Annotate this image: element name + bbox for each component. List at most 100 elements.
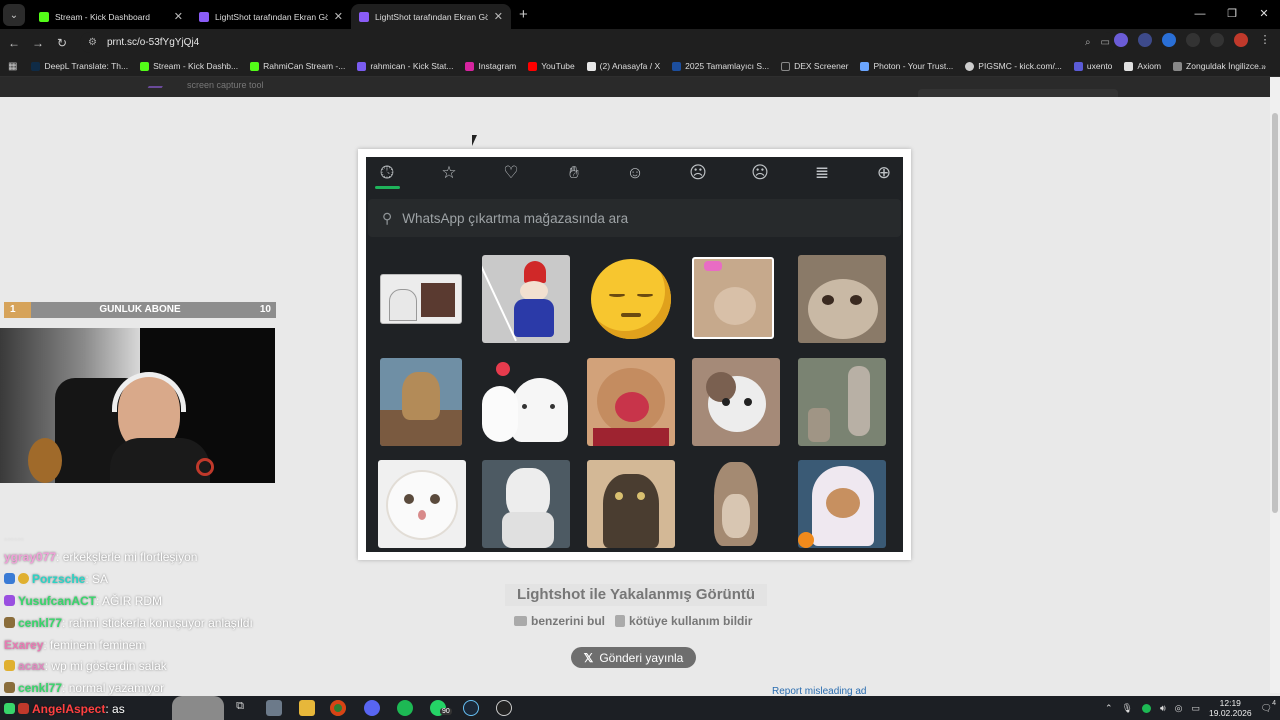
chat-text: : as bbox=[105, 702, 125, 716]
navigation-bar: ← → ↻ ⚙ prnt.sc/o-53fYgYjQj4 ⌕ ▭ ⋮ bbox=[0, 29, 1280, 56]
sticker-standing-cat bbox=[692, 460, 780, 548]
sticker-dog-on-table bbox=[380, 358, 462, 446]
subscriber-goal-bar: GUNLUK ABONE 1 10 bbox=[4, 302, 276, 318]
page-title: Lightshot ile Yakalanmış Görüntü bbox=[505, 584, 767, 606]
bookmark-label: RahmiCan Stream -... bbox=[263, 61, 346, 71]
bookmark-uxento[interactable]: uxento bbox=[1073, 61, 1112, 71]
forward-icon[interactable]: → bbox=[26, 36, 50, 50]
page-scrollbar[interactable] bbox=[1270, 77, 1280, 693]
chat-username: AngelAspect bbox=[32, 702, 106, 716]
app-icon[interactable] bbox=[496, 700, 512, 716]
post-to-x-button[interactable]: 𝕏 Gönderi yayınla bbox=[571, 647, 696, 668]
webcam-feed bbox=[0, 328, 275, 483]
whatsapp-badge: 90 bbox=[440, 708, 452, 715]
task-view-icon[interactable]: ⧉ bbox=[232, 700, 248, 716]
app-icon[interactable] bbox=[266, 700, 282, 716]
close-window-icon[interactable]: ✕ bbox=[1248, 0, 1280, 28]
bookmark-kick-stats[interactable]: rahmican - Kick Stat... bbox=[357, 61, 453, 71]
instagram-icon bbox=[465, 61, 475, 71]
wave-icon: ✋︎ bbox=[569, 163, 579, 182]
steam-icon[interactable] bbox=[463, 700, 479, 716]
notification-count: 4 bbox=[1272, 699, 1276, 707]
extension-icon[interactable] bbox=[1210, 33, 1224, 47]
browser-tab-lightshot-1[interactable]: LightShot tarafından Ekran Gör... ✕ bbox=[191, 4, 351, 29]
extension-icon[interactable] bbox=[1114, 33, 1128, 47]
network-icon[interactable]: ▭ bbox=[1192, 703, 1201, 714]
chat-message: Exarey: feminem feminem bbox=[4, 638, 145, 652]
tab-search-button[interactable]: ⌄ bbox=[3, 4, 25, 26]
menu-icon[interactable]: ⋮ bbox=[1258, 33, 1272, 47]
close-icon[interactable]: ✕ bbox=[174, 10, 183, 23]
screenshot-image[interactable]: 🕓︎ ☆ ♡ ✋︎ ☺ ☹ ☹ ≣ ⊕ ⚲ WhatsApp çıkartma … bbox=[358, 149, 911, 560]
clock-icon: 🕓︎ bbox=[380, 163, 394, 182]
bookmarks-overflow-icon[interactable]: » bbox=[1261, 61, 1266, 71]
youtube-icon bbox=[528, 61, 538, 71]
emoji-icon: ☹ bbox=[689, 163, 707, 182]
sticker-tabs: 🕓︎ ☆ ♡ ✋︎ ☺ ☹ ☹ ≣ ⊕ bbox=[366, 157, 903, 191]
file-explorer-icon[interactable] bbox=[299, 700, 315, 716]
reload-icon[interactable]: ↻ bbox=[50, 36, 74, 50]
zoom-icon[interactable]: ⌕ bbox=[1085, 37, 1091, 48]
chat-message: cenkl77: normal yazamıyor bbox=[4, 681, 164, 695]
back-icon[interactable]: ← bbox=[2, 36, 26, 50]
spotify-icon[interactable] bbox=[397, 700, 413, 716]
bookmark-icon bbox=[1124, 61, 1134, 71]
sticker-grid bbox=[378, 255, 888, 548]
chat-text: : rahmi stickerla konuşuyor anlaşıldı bbox=[62, 616, 253, 630]
heart-icon: ♡ bbox=[503, 163, 519, 182]
bookmark-youtube[interactable]: YouTube bbox=[528, 61, 575, 71]
bookmark-zonguldak[interactable]: Zonguldak İngilizce... bbox=[1173, 61, 1266, 71]
find-similar-link[interactable]: benzerini bul bbox=[514, 614, 605, 628]
chrome-icon[interactable] bbox=[330, 700, 346, 716]
bookmark-label: YouTube bbox=[541, 61, 575, 71]
close-icon[interactable]: ✕ bbox=[494, 10, 503, 23]
bookmark-dex-screener[interactable]: DEX Screener bbox=[781, 61, 848, 71]
tray-app-icon[interactable]: ◎ bbox=[1175, 703, 1183, 714]
chat-message: ...... bbox=[4, 529, 25, 543]
minimize-icon[interactable]: — bbox=[1184, 0, 1216, 28]
cast-icon[interactable]: ▭ bbox=[1101, 37, 1110, 48]
badge-icon bbox=[4, 682, 15, 693]
report-abuse-link[interactable]: kötüye kullanım bildir bbox=[615, 614, 752, 628]
header-button[interactable] bbox=[918, 89, 1118, 97]
bookmark-photon[interactable]: Photon - Your Trust... bbox=[860, 61, 953, 71]
window-controls: — ❐ ✕ bbox=[1184, 0, 1280, 28]
lightshot-logo[interactable] bbox=[147, 80, 167, 88]
chat-username: cenkl77 bbox=[18, 616, 63, 630]
chat-text: : SA bbox=[85, 572, 109, 586]
bookmark-instagram[interactable]: Instagram bbox=[465, 61, 516, 71]
extension-icon[interactable] bbox=[1186, 33, 1200, 47]
site-info-icon[interactable]: ⚙ bbox=[88, 37, 97, 48]
discord-icon[interactable] bbox=[364, 700, 380, 716]
bookmark-pigsmc[interactable]: PIGSMC - kick.com/... bbox=[965, 61, 1062, 71]
star-icon: ☆ bbox=[441, 163, 457, 182]
scrollbar-thumb[interactable] bbox=[1272, 113, 1278, 513]
address-bar[interactable]: ⚙ prnt.sc/o-53fYgYjQj4 ⌕ ▭ bbox=[80, 32, 1116, 53]
sticker-cat-licking bbox=[587, 358, 675, 446]
bookmark-deepl[interactable]: DeepL Translate: Th... bbox=[31, 61, 128, 71]
notification-icon[interactable]: 🗨︎ 4 bbox=[1261, 700, 1276, 714]
close-icon[interactable]: ✕ bbox=[334, 10, 343, 23]
clock[interactable]: 12:19 19.02.2026 bbox=[1209, 698, 1252, 718]
extension-icon[interactable] bbox=[1162, 33, 1176, 47]
restore-icon[interactable]: ❐ bbox=[1216, 0, 1248, 28]
volume-icon[interactable]: 🔊︎ bbox=[1160, 703, 1166, 714]
bookmark-rahmican-stream[interactable]: RahmiCan Stream -... bbox=[250, 61, 345, 71]
browser-tab-lightshot-2[interactable]: LightShot tarafından Ekran Gör... ✕ bbox=[351, 4, 511, 29]
new-tab-button[interactable]: + bbox=[519, 6, 528, 23]
chevron-up-icon[interactable]: ⌃ bbox=[1105, 703, 1113, 714]
bookmark-kick-dashboard[interactable]: Stream - Kick Dashb... bbox=[140, 61, 238, 71]
microphone-icon[interactable]: 🎙︎ bbox=[1122, 703, 1133, 714]
bookmark-x[interactable]: (2) Anasayfa / X bbox=[586, 61, 660, 71]
chat-username: Porzsche bbox=[32, 572, 86, 586]
apps-icon[interactable]: ▦ bbox=[8, 61, 17, 72]
extension-icon[interactable] bbox=[1138, 33, 1152, 47]
tab-strip: ⌄ Stream - Kick Dashboard ✕ LightShot ta… bbox=[0, 0, 1280, 29]
badge-icon bbox=[4, 595, 15, 606]
chat-message: AngelAspect: as bbox=[4, 702, 125, 716]
browser-tab-kick[interactable]: Stream - Kick Dashboard ✕ bbox=[31, 4, 191, 29]
bookmark-2025[interactable]: 2025 Tamamlayıcı S... bbox=[672, 61, 769, 71]
profile-avatar[interactable] bbox=[1234, 33, 1248, 47]
tray-app-icon[interactable] bbox=[1141, 703, 1151, 713]
bookmark-axiom[interactable]: Axiom bbox=[1124, 61, 1161, 71]
